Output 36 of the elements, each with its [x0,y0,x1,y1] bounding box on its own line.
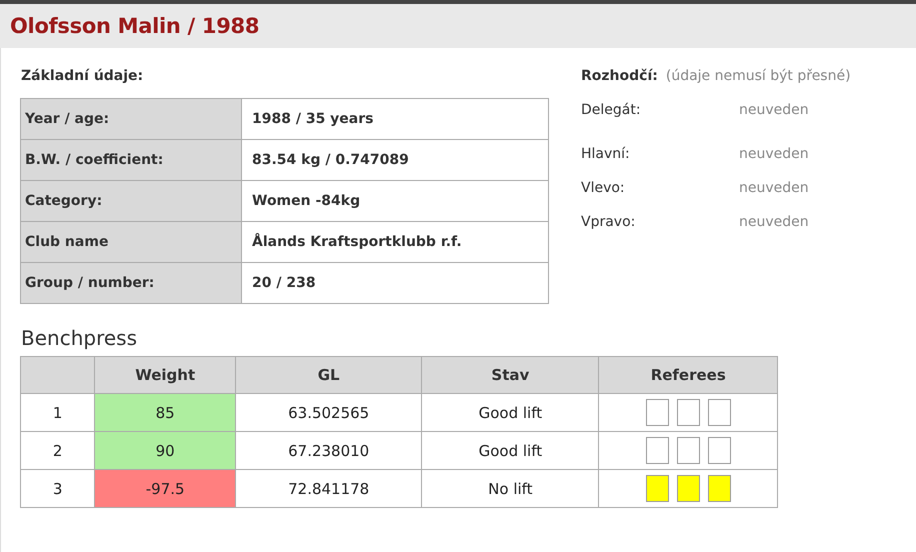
header-cell: Stav [422,356,599,394]
value-cell: 1988 / 35 years [242,98,548,140]
section-heading: Rozhodčí: [581,68,658,84]
weight-cell: -97.5 [94,470,236,508]
header-cell: Referees [598,356,778,394]
label-cell: Group / number: [20,262,242,304]
referee-value: neuveden [739,180,809,198]
status-cell: Good lift [422,432,599,470]
note-text: (údaje nemusí být přesné) [666,68,851,84]
value-cell: 20 / 238 [242,262,548,304]
referee-label: Delegát: [581,102,642,120]
label-cell: Club name [20,222,242,262]
referee-value: neuveden [739,146,809,164]
referee-value: neuveden [739,214,809,232]
page-title: Olofsson Malin / 1988 [10,14,260,38]
value-cell: Ålands Kraftsportklubb r.f. [242,222,548,262]
weight-cell: 90 [94,432,236,470]
gl-cell: 72.841178 [236,470,422,508]
section-heading: Základní údaje: [21,68,144,84]
weight-cell: 85 [94,394,236,432]
referee-label: Vlevo: [581,180,626,198]
label-cell: B.W. / coefficient: [20,140,242,180]
referee-label: Hlavní: [581,146,631,164]
header-cell: GL [236,356,422,394]
gl-cell: 63.502565 [236,394,422,432]
header-cell: Weight [94,356,236,394]
status-cell: No lift [422,470,599,508]
label-cell: Year / age: [20,98,242,140]
referee-label: Vpravo: [581,214,636,232]
label-cell: Category: [20,180,242,222]
lift-heading: Benchpress [21,326,138,350]
status-cell: Good lift [422,394,599,432]
value-cell: 83.54 kg / 0.747089 [242,140,548,180]
value-cell: Women -84kg [242,180,548,222]
referee-value: neuveden [739,102,809,120]
gl-cell: 67.238010 [236,432,422,470]
